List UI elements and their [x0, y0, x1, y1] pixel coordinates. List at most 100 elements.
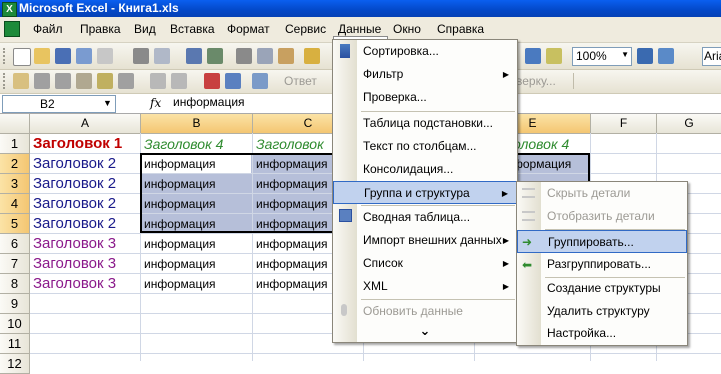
menu-view[interactable]: Вид: [134, 22, 156, 36]
save-icon[interactable]: [55, 48, 71, 64]
select-all-corner[interactable]: [0, 114, 30, 134]
cell-a8[interactable]: Заголовок 3: [30, 274, 139, 293]
new-comment-icon[interactable]: [13, 73, 29, 89]
cell-b8[interactable]: информация: [141, 274, 250, 293]
show-all-comments-icon[interactable]: [97, 73, 113, 89]
cell-c3[interactable]: информация: [253, 174, 334, 193]
cell-e1[interactable]: оловок 4: [510, 134, 591, 153]
menu-item-auto-outline[interactable]: Создание структуры: [517, 277, 687, 300]
cut-icon[interactable]: [236, 48, 252, 64]
row-header-7[interactable]: 7: [0, 254, 30, 274]
row-header-10[interactable]: 10: [0, 314, 30, 334]
name-box[interactable]: B2 ▼: [2, 95, 116, 113]
copy-icon[interactable]: [257, 48, 273, 64]
cell-a1[interactable]: Заголовок 1: [30, 134, 139, 153]
cell-b3[interactable]: информация: [141, 174, 250, 193]
cell-b6[interactable]: информация: [141, 234, 250, 253]
cell-b5[interactable]: информация: [141, 214, 250, 233]
new-icon[interactable]: [13, 48, 31, 66]
cell-a6[interactable]: Заголовок 3: [30, 234, 139, 253]
zoom-select[interactable]: 100% ▼: [572, 47, 632, 66]
menu-item-data-table[interactable]: Таблица подстановки...: [333, 112, 517, 135]
cell-c8[interactable]: информация: [253, 274, 334, 293]
menu-tools[interactable]: Сервис: [285, 22, 326, 36]
menu-window[interactable]: Окно: [393, 22, 421, 36]
chart-wizard-icon[interactable]: [525, 48, 541, 64]
send-icon[interactable]: [225, 73, 241, 89]
format-painter-icon[interactable]: [304, 48, 320, 64]
menu-help[interactable]: Справка: [437, 22, 484, 36]
cell-b2[interactable]: информация: [141, 154, 250, 173]
row-header-4[interactable]: 4: [0, 194, 30, 214]
cell-c6[interactable]: информация: [253, 234, 334, 253]
delete-comment-icon[interactable]: [118, 73, 134, 89]
cell-c4[interactable]: информация: [253, 194, 334, 213]
print-preview-icon[interactable]: [154, 48, 170, 64]
menu-item-import-external[interactable]: Импорт внешних данных ▶: [333, 229, 517, 252]
row-header-6[interactable]: 6: [0, 234, 30, 254]
track-changes-icon[interactable]: [150, 73, 166, 89]
menu-item-settings[interactable]: Настройка...: [517, 322, 687, 345]
menu-insert[interactable]: Вставка: [170, 22, 215, 36]
open-icon[interactable]: [34, 48, 50, 64]
toolbar-grip-2[interactable]: [3, 73, 8, 89]
research-icon[interactable]: [207, 48, 223, 64]
cell-e2[interactable]: формация: [510, 154, 591, 173]
menu-item-xml[interactable]: XML ▶: [333, 275, 517, 298]
column-header-g[interactable]: G: [657, 114, 721, 134]
row-header-8[interactable]: 8: [0, 274, 30, 294]
expand-menu-icon[interactable]: ⌄: [415, 323, 435, 339]
menu-data[interactable]: Данные: [338, 22, 381, 36]
end-review[interactable]: верку...: [516, 74, 556, 88]
column-header-f[interactable]: F: [591, 114, 657, 134]
menu-item-sort[interactable]: Сортировка...: [333, 40, 517, 63]
row-header-3[interactable]: 3: [0, 174, 30, 194]
reviewing-pane-icon[interactable]: [252, 73, 268, 89]
help-icon[interactable]: [637, 48, 653, 64]
cell-b1[interactable]: Заголовок 4: [141, 134, 250, 153]
cell-a2[interactable]: Заголовок 2: [30, 154, 139, 173]
prev-comment-icon[interactable]: [34, 73, 50, 89]
menu-file[interactable]: Файл: [33, 22, 63, 36]
menu-item-clear-outline[interactable]: Удалить структуру: [517, 300, 687, 323]
menu-format[interactable]: Формат: [227, 22, 270, 36]
cell-c1[interactable]: Заголовок: [253, 134, 336, 153]
row-header-5[interactable]: 5: [0, 214, 30, 234]
column-header-a[interactable]: A: [30, 114, 141, 134]
font-name-select[interactable]: Aria: [702, 47, 721, 66]
drawing-icon[interactable]: [546, 48, 562, 64]
cell-c7[interactable]: информация: [253, 254, 334, 273]
options-icon[interactable]: [658, 48, 674, 64]
reply-with-changes[interactable]: Ответ: [284, 74, 317, 88]
show-comment-icon[interactable]: [76, 73, 92, 89]
cell-c5[interactable]: информация: [253, 214, 334, 233]
cell-a4[interactable]: Заголовок 2: [30, 194, 139, 213]
row-header-12[interactable]: 12: [0, 354, 30, 374]
spelling-icon[interactable]: [186, 48, 202, 64]
cell-a5[interactable]: Заголовок 2: [30, 214, 139, 233]
row-header-1[interactable]: 1: [0, 134, 30, 154]
row-header-2[interactable]: 2: [0, 154, 30, 174]
menu-item-list[interactable]: Список ▶: [333, 252, 517, 275]
row-header-9[interactable]: 9: [0, 294, 30, 314]
print-icon[interactable]: [133, 48, 149, 64]
row-header-11[interactable]: 11: [0, 334, 30, 354]
menu-item-filter[interactable]: Фильтр ▶: [333, 63, 517, 86]
cell-c2[interactable]: информация: [253, 154, 334, 173]
menu-item-consolidate[interactable]: Консолидация...: [333, 158, 517, 181]
menu-item-text-to-columns[interactable]: Текст по столбцам...: [333, 135, 517, 158]
ink-icon[interactable]: [204, 73, 220, 89]
menu-item-pivot-table[interactable]: Сводная таблица...: [333, 206, 517, 229]
document-icon[interactable]: [4, 21, 20, 37]
menu-item-validation[interactable]: Проверка...: [333, 86, 517, 109]
email-icon[interactable]: [97, 48, 113, 64]
formula-input[interactable]: информация: [173, 95, 245, 109]
update-file-icon[interactable]: [171, 73, 187, 89]
paste-icon[interactable]: [278, 48, 294, 64]
cell-a7[interactable]: Заголовок 3: [30, 254, 139, 273]
toolbar-grip[interactable]: [3, 48, 8, 64]
next-comment-icon[interactable]: [55, 73, 71, 89]
fx-icon[interactable]: fx: [150, 96, 161, 110]
column-header-b[interactable]: B: [141, 114, 253, 134]
permission-icon[interactable]: [76, 48, 92, 64]
